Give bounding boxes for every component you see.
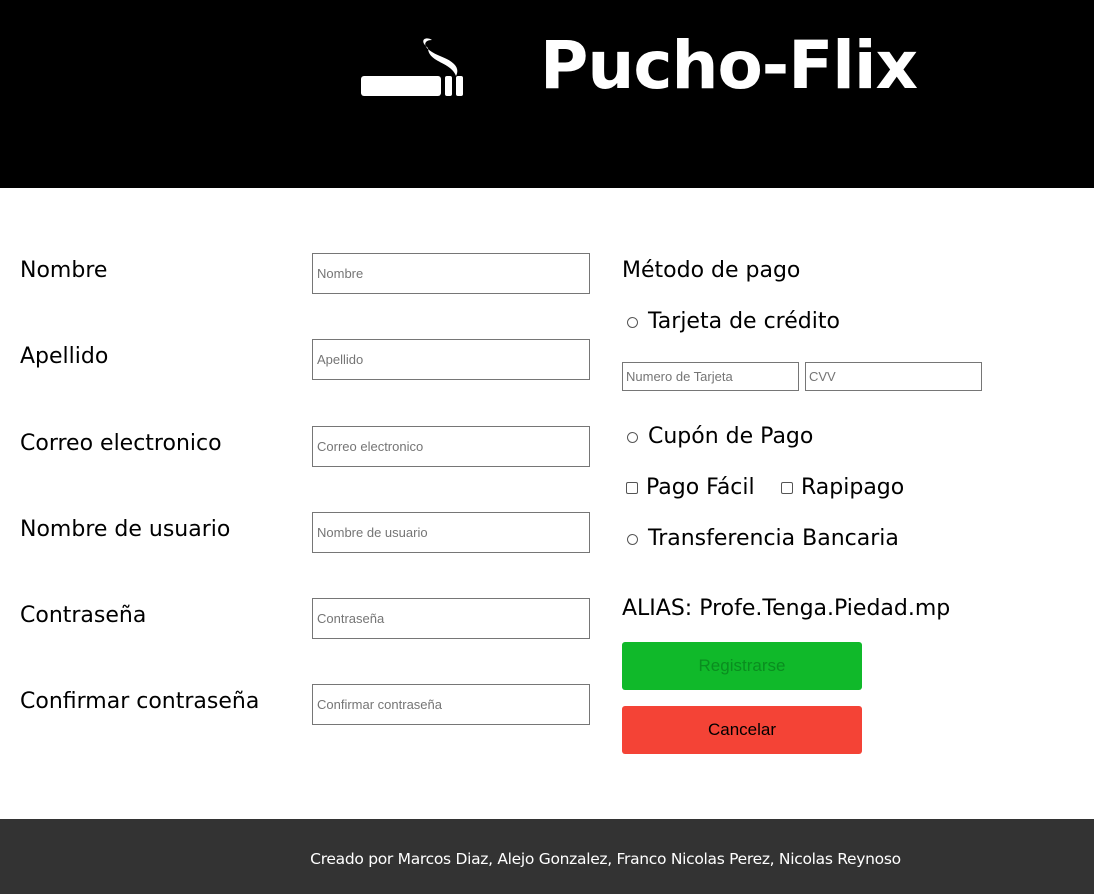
transfer-radio[interactable] xyxy=(627,533,638,545)
cigarette-icon xyxy=(361,38,463,96)
label-correo: Correo electronico xyxy=(20,431,222,456)
payment-method-title: Método de pago xyxy=(622,258,801,283)
pago-facil-option[interactable]: Pago Fácil xyxy=(626,474,755,502)
cancel-button[interactable]: Cancelar xyxy=(622,706,862,754)
register-button[interactable]: Registrarse xyxy=(622,642,862,690)
correo-input[interactable] xyxy=(312,426,590,467)
pago-facil-checkbox[interactable] xyxy=(626,482,638,494)
contrasena-input[interactable] xyxy=(312,598,590,639)
label-apellido: Apellido xyxy=(20,344,109,369)
label-usuario: Nombre de usuario xyxy=(20,517,231,542)
transfer-option[interactable]: Transferencia Bancaria xyxy=(627,525,899,553)
usuario-input[interactable] xyxy=(312,512,590,553)
label-contrasena: Contraseña xyxy=(20,603,147,628)
coupon-radio[interactable] xyxy=(627,431,638,443)
coupon-option[interactable]: Cupón de Pago xyxy=(627,423,813,451)
cvv-input[interactable] xyxy=(805,362,982,391)
alias-text: ALIAS: Profe.Tenga.Piedad.mp xyxy=(622,596,951,621)
rapipago-checkbox[interactable] xyxy=(781,482,793,494)
apellido-input[interactable] xyxy=(312,339,590,380)
card-number-input[interactable] xyxy=(622,362,799,391)
footer-credits: Creado por Marcos Diaz, Alejo Gonzalez, … xyxy=(310,850,901,868)
pago-facil-label: Pago Fácil xyxy=(646,475,755,500)
site-brand-title: Pucho-Flix xyxy=(540,27,918,104)
rapipago-option[interactable]: Rapipago xyxy=(781,474,904,502)
confirmar-contrasena-input[interactable] xyxy=(312,684,590,725)
site-footer: Creado por Marcos Diaz, Alejo Gonzalez, … xyxy=(0,819,1094,894)
label-confirmar-contrasena: Confirmar contraseña xyxy=(20,689,260,714)
credit-card-option[interactable]: Tarjeta de crédito xyxy=(627,308,840,336)
site-header: Pucho-Flix xyxy=(0,0,1094,188)
rapipago-label: Rapipago xyxy=(801,475,905,500)
label-nombre: Nombre xyxy=(20,258,108,283)
credit-card-label: Tarjeta de crédito xyxy=(648,309,840,334)
nombre-input[interactable] xyxy=(312,253,590,294)
credit-card-radio[interactable] xyxy=(627,316,638,328)
transfer-label: Transferencia Bancaria xyxy=(648,526,899,551)
coupon-label: Cupón de Pago xyxy=(648,424,814,449)
